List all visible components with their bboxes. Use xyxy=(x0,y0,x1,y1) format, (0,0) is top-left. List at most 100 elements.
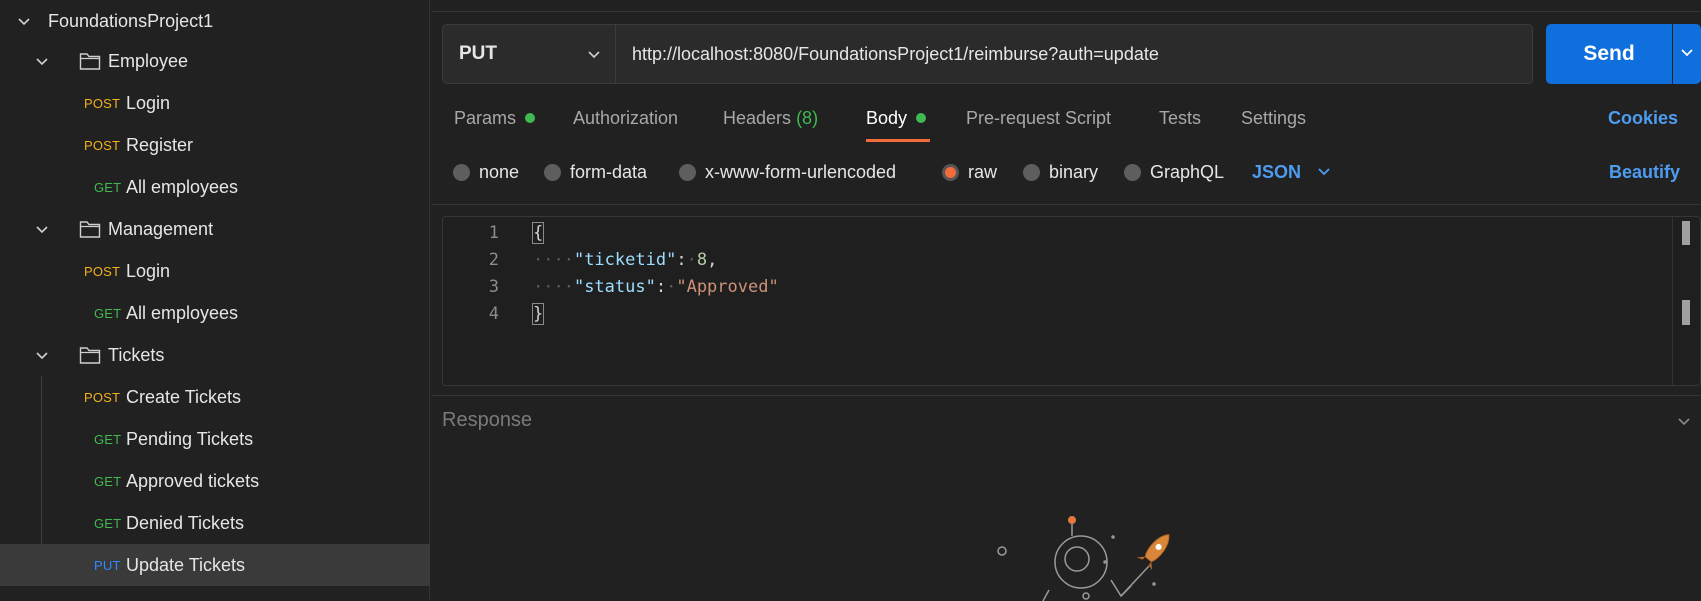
chevron-down-icon[interactable] xyxy=(35,54,49,68)
method-badge: POST xyxy=(84,137,121,153)
line-number: 3 xyxy=(488,277,499,297)
active-tab-indicator xyxy=(866,139,930,142)
chevron-down-icon xyxy=(1680,45,1694,64)
collection-name: FoundationsProject1 xyxy=(48,10,214,31)
request-name: Denied Tickets xyxy=(126,512,245,533)
radio-urlencoded[interactable]: x-www-form-urlencoded xyxy=(679,162,896,183)
json-key: "status" xyxy=(573,277,656,297)
line-number: 1 xyxy=(488,223,499,243)
collections-sidebar: FoundationsProject1 Employee POST Login … xyxy=(0,0,430,601)
divider xyxy=(431,204,1701,205)
folder-name: Management xyxy=(108,218,214,239)
sidebar-item-employee-register[interactable]: POST Register xyxy=(0,124,430,166)
radio-graphql[interactable]: GraphQL xyxy=(1124,162,1224,183)
format-value: JSON xyxy=(1252,162,1302,182)
radio-label: raw xyxy=(968,162,998,182)
sidebar-item-denied-tickets[interactable]: GET Denied Tickets xyxy=(0,502,430,544)
method-badge: GET xyxy=(94,305,122,321)
sidebar-item-management-all[interactable]: GET All employees xyxy=(0,292,430,334)
folder-employee[interactable]: Employee xyxy=(0,40,430,82)
send-button[interactable]: Send xyxy=(1546,24,1672,84)
url-input[interactable]: http://localhost:8080/FoundationsProject… xyxy=(616,24,1533,84)
beautify-link[interactable]: Beautify xyxy=(1609,162,1680,183)
tab-label: Settings xyxy=(1241,108,1307,128)
radio-button[interactable] xyxy=(453,164,470,181)
radio-button[interactable] xyxy=(679,164,696,181)
request-name: Login xyxy=(126,92,171,113)
method-badge: PUT xyxy=(94,557,121,573)
radio-form-data[interactable]: form-data xyxy=(544,162,647,183)
chevron-down-icon[interactable] xyxy=(17,14,31,28)
radio-raw[interactable]: raw xyxy=(942,162,997,183)
sidebar-item-update-tickets[interactable]: PUT Update Tickets xyxy=(0,544,430,586)
tab-prerequest-script[interactable]: Pre-request Script xyxy=(966,108,1111,129)
status-dot xyxy=(916,113,927,123)
request-name: All employees xyxy=(126,176,239,197)
request-pane: PUT http://localhost:8080/FoundationsPro… xyxy=(431,0,1701,601)
code-line: ····"ticketid":·8, xyxy=(533,250,718,270)
chevron-down-icon[interactable] xyxy=(35,348,49,362)
response-header[interactable]: Response xyxy=(442,409,532,432)
folder-tickets[interactable]: Tickets xyxy=(0,334,430,376)
request-name: Register xyxy=(126,134,194,155)
chevron-down-icon[interactable] xyxy=(1677,414,1691,433)
method-badge: GET xyxy=(94,515,122,531)
tab-label: Headers xyxy=(723,108,792,128)
code-line: ····"status":·"Approved" xyxy=(533,277,779,297)
json-value: 8 xyxy=(696,250,708,270)
radio-button[interactable] xyxy=(1124,164,1141,181)
sidebar-item-approved-tickets[interactable]: GET Approved tickets xyxy=(0,460,430,502)
method-badge: GET xyxy=(94,473,122,489)
method-badge: POST xyxy=(84,263,121,279)
radio-button-selected[interactable] xyxy=(942,164,959,181)
open-brace: { xyxy=(531,222,545,244)
tab-params[interactable]: Params xyxy=(454,108,536,129)
divider xyxy=(431,395,1701,396)
folder-name: Employee xyxy=(108,50,189,71)
cookies-link[interactable]: Cookies xyxy=(1608,108,1678,129)
radio-none[interactable]: none xyxy=(453,162,519,183)
send-options-button[interactable] xyxy=(1673,24,1701,84)
method-value: PUT xyxy=(459,43,497,64)
radio-button[interactable] xyxy=(1023,164,1040,181)
headers-count: (8) xyxy=(796,108,819,128)
radio-button[interactable] xyxy=(544,164,561,181)
radio-label: GraphQL xyxy=(1150,162,1225,182)
sidebar-item-employee-all[interactable]: GET All employees xyxy=(0,166,430,208)
request-name: Login xyxy=(126,260,171,281)
sidebar-item-pending-tickets[interactable]: GET Pending Tickets xyxy=(0,418,430,460)
sidebar-item-management-login[interactable]: POST Login xyxy=(0,250,430,292)
request-name: Pending Tickets xyxy=(126,428,254,449)
method-badge: GET xyxy=(94,431,122,447)
tab-headers[interactable]: Headers (8) xyxy=(723,108,818,129)
chevron-down-icon xyxy=(587,47,601,66)
folder-name: Tickets xyxy=(108,344,165,365)
tab-body[interactable]: Body xyxy=(866,108,927,129)
tab-authorization[interactable]: Authorization xyxy=(573,108,678,129)
tab-label: Params xyxy=(454,108,517,128)
folder-management[interactable]: Management xyxy=(0,208,430,250)
radio-binary[interactable]: binary xyxy=(1023,162,1098,183)
sidebar-item-employee-login[interactable]: POST Login xyxy=(0,82,430,124)
chevron-down-icon[interactable] xyxy=(35,222,49,236)
code-line: } xyxy=(531,303,545,325)
scroll-thumb[interactable] xyxy=(1682,221,1690,245)
json-key: "ticketid" xyxy=(573,250,677,270)
radio-label: x-www-form-urlencoded xyxy=(705,162,897,182)
request-name: Create Tickets xyxy=(126,386,242,407)
scroll-thumb[interactable] xyxy=(1682,300,1690,325)
tab-settings[interactable]: Settings xyxy=(1241,108,1306,129)
url-value: http://localhost:8080/FoundationsProject… xyxy=(632,44,1159,64)
method-badge: GET xyxy=(94,179,122,195)
sidebar-item-create-tickets[interactable]: POST Create Tickets xyxy=(0,376,430,418)
tab-tests[interactable]: Tests xyxy=(1159,108,1201,129)
collection-row[interactable]: FoundationsProject1 xyxy=(0,0,430,42)
body-editor[interactable]: 1 2 3 4 { ····"ticketid":·8, ····"status… xyxy=(442,216,1701,386)
request-name: Update Tickets xyxy=(126,554,246,575)
radio-label: form-data xyxy=(570,162,648,182)
method-badge: POST xyxy=(84,389,121,405)
close-brace: } xyxy=(531,303,545,325)
method-select[interactable]: PUT xyxy=(442,24,616,84)
editor-scrollbar[interactable] xyxy=(1672,217,1700,385)
format-select[interactable]: JSON xyxy=(1252,162,1331,183)
